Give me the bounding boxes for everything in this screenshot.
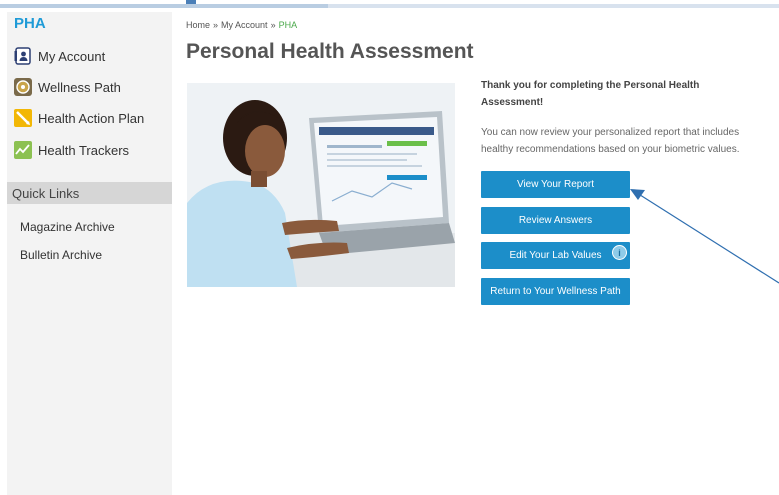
top-bar-strip [0,4,328,8]
breadcrumb: Home» My Account» PHA [186,20,297,30]
quick-link-bulletin-archive[interactable]: Bulletin Archive [20,248,102,262]
sidebar-item-label: Health Action Plan [38,110,145,126]
edit-lab-values-button[interactable]: Edit Your Lab Values [481,242,630,269]
active-tab-marker [186,0,196,4]
sidebar-item-label: My Account [38,48,106,64]
breadcrumb-current: PHA [278,20,298,30]
top-bar-strip-right [328,4,779,8]
health-action-plan-icon [14,109,32,127]
sidebar-item-wellness-path[interactable]: Wellness Path [14,77,121,97]
woman-laptop-photo [187,83,455,287]
quick-links-heading: Quick Links [12,186,80,201]
breadcrumb-my-account[interactable]: My Account [221,20,268,30]
sidebar-item-health-action-plan[interactable]: Health Action Plan [14,108,144,128]
sidebar-title: PHA [14,15,46,32]
breadcrumb-separator: » [213,20,219,30]
report-description: You can now review your personalized rep… [481,127,740,155]
sidebar-item-my-account[interactable]: My Account [14,46,105,66]
breadcrumb-home[interactable]: Home [186,20,210,30]
thank-you-message: Thank you for completing the Personal He… [481,80,700,108]
wellness-path-icon [14,78,32,96]
page-title: Personal Health Assessment [186,40,474,63]
top-bar [0,0,779,10]
account-icon [14,47,32,65]
view-report-button[interactable]: View Your Report [481,171,630,198]
sidebar-item-label: Health Trackers [38,142,130,158]
sidebar-item-health-trackers[interactable]: Health Trackers [14,140,129,160]
info-icon[interactable]: i [612,245,627,260]
quick-links-header: Quick Links [7,182,172,204]
health-trackers-icon [14,141,32,159]
breadcrumb-separator: » [270,20,276,30]
review-answers-button[interactable]: Review Answers [481,207,630,234]
sidebar-item-label: Wellness Path [38,79,121,95]
return-wellness-path-button[interactable]: Return to Your Wellness Path [481,278,630,305]
quick-link-magazine-archive[interactable]: Magazine Archive [20,220,115,234]
